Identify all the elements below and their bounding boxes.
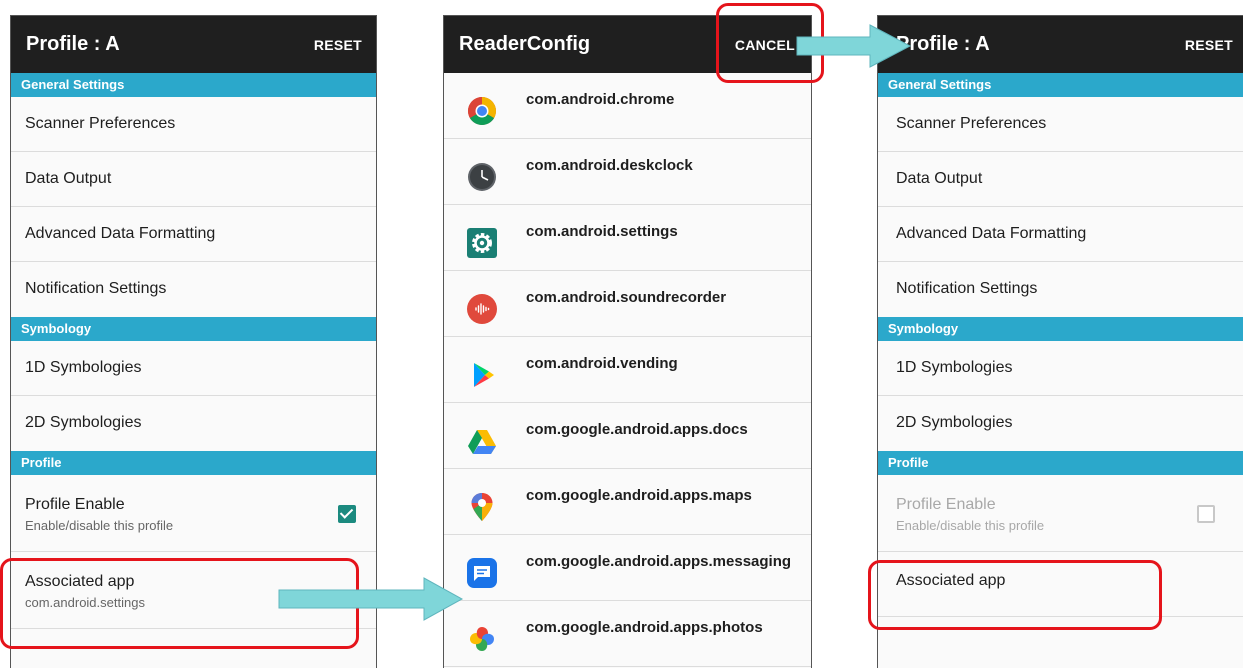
- item-label: Profile Enable: [25, 496, 125, 513]
- 2d-symbologies-item[interactable]: 2D Symbologies: [11, 396, 376, 451]
- app-list-item[interactable]: com.google.android.apps.docs: [444, 403, 811, 469]
- profile-enable-item[interactable]: Profile Enable Enable/disable this profi…: [878, 475, 1243, 552]
- chrome-icon: [468, 97, 496, 125]
- app-package-name: com.android.soundrecorder: [526, 289, 727, 306]
- app-package-name: com.android.vending: [526, 355, 678, 372]
- item-label: Scanner Preferences: [896, 115, 1047, 132]
- arrow-right-icon: [796, 24, 912, 68]
- app-list-item[interactable]: com.google.android.apps.maps: [444, 469, 811, 535]
- item-label: 2D Symbologies: [25, 414, 142, 431]
- 1d-symbologies-item[interactable]: 1D Symbologies: [878, 341, 1243, 396]
- associated-app-highlight-right: [868, 560, 1162, 630]
- item-label: 1D Symbologies: [25, 359, 142, 376]
- reset-button[interactable]: RESET: [314, 37, 362, 53]
- item-label: 1D Symbologies: [896, 359, 1013, 376]
- arrow-right-icon: [278, 577, 464, 621]
- maps-pin-icon: [471, 493, 493, 521]
- app-package-name: com.google.android.apps.maps: [526, 487, 752, 504]
- section-header-general: General Settings: [878, 73, 1243, 97]
- section-header-symbology: Symbology: [878, 317, 1243, 341]
- 2d-symbologies-item[interactable]: 2D Symbologies: [878, 396, 1243, 451]
- item-label: 2D Symbologies: [896, 414, 1013, 431]
- messages-icon: [467, 558, 497, 588]
- item-label: Profile Enable: [896, 496, 996, 513]
- advanced-data-formatting-item[interactable]: Advanced Data Formatting: [11, 207, 376, 262]
- app-package-name: com.google.android.apps.messaging: [526, 553, 792, 570]
- app-package-name: com.google.android.apps.docs: [526, 421, 748, 438]
- profile-enable-item[interactable]: Profile Enable Enable/disable this profi…: [11, 475, 376, 552]
- reset-button[interactable]: RESET: [1185, 37, 1233, 53]
- app-list-item[interactable]: com.android.deskclock: [444, 139, 811, 205]
- section-header-general: General Settings: [11, 73, 376, 97]
- scanner-preferences-item[interactable]: Scanner Preferences: [878, 97, 1243, 152]
- app-list-item[interactable]: com.google.android.apps.photos: [444, 601, 811, 667]
- notification-settings-item[interactable]: Notification Settings: [11, 262, 376, 317]
- item-summary: Enable/disable this profile: [25, 518, 174, 533]
- item-label: Notification Settings: [25, 280, 167, 297]
- page-title: ReaderConfig: [459, 33, 591, 55]
- app-list-item[interactable]: com.android.vending: [444, 337, 811, 403]
- data-output-item[interactable]: Data Output: [878, 152, 1243, 207]
- app-list-item[interactable]: com.android.settings: [444, 205, 811, 271]
- app-list-item[interactable]: com.android.soundrecorder: [444, 271, 811, 337]
- item-summary: Enable/disable this profile: [896, 518, 1045, 533]
- app-package-name: com.android.deskclock: [526, 157, 693, 174]
- app-package-name: com.google.android.apps.photos: [526, 619, 763, 636]
- page-title: Profile : A: [26, 33, 120, 55]
- item-label: Notification Settings: [896, 280, 1038, 297]
- data-output-item[interactable]: Data Output: [11, 152, 376, 207]
- profile-enable-checkbox[interactable]: [338, 505, 356, 523]
- app-package-name: com.android.chrome: [526, 91, 675, 108]
- item-label: Advanced Data Formatting: [25, 225, 216, 242]
- notification-settings-item[interactable]: Notification Settings: [878, 262, 1243, 317]
- drive-icon: [468, 430, 496, 454]
- section-header-profile: Profile: [11, 451, 376, 475]
- section-header-symbology: Symbology: [11, 317, 376, 341]
- app-bar: Profile : A RESET: [11, 16, 376, 73]
- settings-gear-icon: [467, 228, 497, 258]
- app-package-name: com.android.settings: [526, 223, 678, 240]
- 1d-symbologies-item[interactable]: 1D Symbologies: [11, 341, 376, 396]
- item-label: Data Output: [896, 170, 983, 187]
- sound-recorder-icon: [467, 294, 497, 324]
- photos-pinwheel-icon: [470, 627, 494, 651]
- app-list-item[interactable]: com.google.android.apps.messaging: [444, 535, 811, 601]
- profile-enable-checkbox[interactable]: [1197, 505, 1215, 523]
- item-label: Scanner Preferences: [25, 115, 176, 132]
- scanner-preferences-item[interactable]: Scanner Preferences: [11, 97, 376, 152]
- reader-config-screen: ReaderConfig CANCEL com.android.chrome c…: [443, 15, 812, 668]
- app-bar: Profile : A RESET: [878, 16, 1243, 73]
- play-store-icon: [474, 363, 494, 387]
- clock-icon: [468, 163, 496, 191]
- item-label: Advanced Data Formatting: [896, 225, 1087, 242]
- advanced-data-formatting-item[interactable]: Advanced Data Formatting: [878, 207, 1243, 262]
- section-header-profile: Profile: [878, 451, 1243, 475]
- item-label: Data Output: [25, 170, 112, 187]
